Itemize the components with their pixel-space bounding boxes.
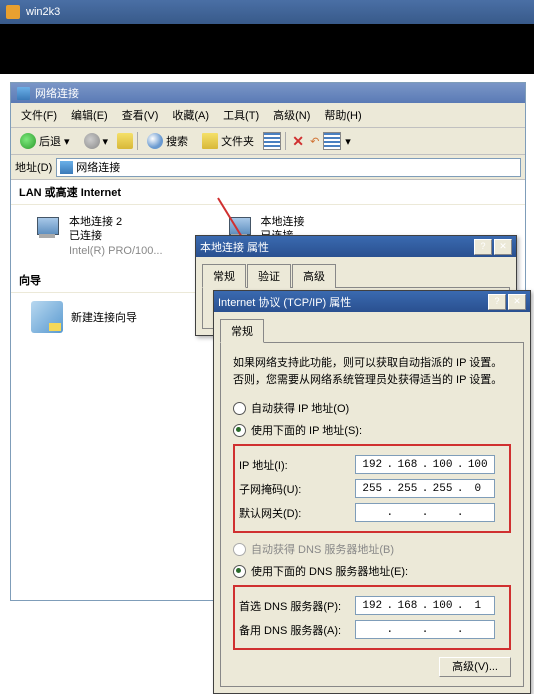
menu-tools[interactable]: 工具(T) [217, 105, 265, 125]
radio-use-ip[interactable]: 使用下面的 IP 地址(S): [233, 422, 511, 438]
address-bar: 地址(D) 网络连接 [11, 155, 525, 180]
folders-button[interactable]: 文件夹 [197, 130, 259, 152]
gateway-input[interactable]: ... [355, 503, 495, 522]
tab-general[interactable]: 常规 [220, 319, 264, 343]
help-button[interactable]: ? [488, 294, 506, 310]
connection-item-1[interactable]: 本地连接 2 已连接 Intel(R) PRO/100... [31, 215, 163, 258]
radio-icon [233, 424, 246, 437]
dialog-titlebar[interactable]: Internet 协议 (TCP/IP) 属性 ? ✕ [214, 291, 530, 312]
ip-address-input[interactable]: 192.168.100.100 [355, 455, 495, 474]
tab-content: 如果网络支持此功能，则可以获取自动指派的 IP 设置。否则，您需要从网络系统管理… [220, 342, 524, 687]
address-input[interactable]: 网络连接 [56, 158, 521, 177]
subnet-mask-input[interactable]: 255.255.255.0 [355, 479, 495, 498]
menu-advanced[interactable]: 高级(N) [267, 105, 316, 125]
menu-edit[interactable]: 编辑(E) [65, 105, 114, 125]
radio-label: 使用下面的 DNS 服务器地址(E): [251, 563, 408, 579]
mask-label: 子网掩码(U): [239, 481, 349, 497]
separator [137, 132, 138, 150]
toolbar: 后退▾ ▾ 搜索 文件夹 ✕ ↶ ▾ [11, 128, 525, 155]
tab-auth[interactable]: 验证 [247, 264, 291, 288]
radio-label: 使用下面的 IP 地址(S): [251, 422, 362, 438]
folders-label: 文件夹 [221, 133, 254, 149]
ip-label: IP 地址(I): [239, 457, 349, 473]
radio-icon [233, 402, 246, 415]
close-button[interactable]: ✕ [494, 239, 512, 255]
dns2-label: 备用 DNS 服务器(A): [239, 622, 349, 638]
tab-advanced[interactable]: 高级 [292, 264, 336, 288]
tabs: 常规 验证 高级 [196, 257, 516, 287]
help-button[interactable]: ? [474, 239, 492, 255]
tabs: 常规 [214, 312, 530, 342]
close-button[interactable]: ✕ [508, 294, 526, 310]
dns1-label: 首选 DNS 服务器(P): [239, 598, 349, 614]
connection-name: 本地连接 2 [69, 215, 163, 229]
undo-button[interactable]: ↶ [310, 135, 319, 148]
radio-icon [233, 565, 246, 578]
delete-button[interactable]: ✕ [290, 133, 306, 150]
back-icon [20, 133, 36, 149]
forward-icon [84, 133, 100, 149]
views-button-2[interactable] [323, 132, 341, 150]
dialog-title: 本地连接 属性 [200, 239, 269, 255]
up-button[interactable] [117, 133, 133, 149]
radio-auto-dns: 自动获得 DNS 服务器地址(B) [233, 541, 511, 557]
explorer-title: 网络连接 [35, 85, 79, 101]
dialog-title: Internet 协议 (TCP/IP) 属性 [218, 294, 351, 310]
menu-fav[interactable]: 收藏(A) [166, 105, 215, 125]
network-icon [17, 87, 30, 100]
vm-titlebar: win2k3 [0, 0, 534, 24]
section-lan-header: LAN 或高速 Internet [11, 180, 525, 205]
connection-adapter: Intel(R) PRO/100... [69, 244, 163, 258]
menu-help[interactable]: 帮助(H) [318, 105, 367, 125]
connection-status: 已连接 [69, 229, 163, 243]
button-row: 高级(V)... [233, 658, 511, 674]
address-value: 网络连接 [76, 159, 120, 175]
description-text: 如果网络支持此功能，则可以获取自动指派的 IP 设置。否则，您需要从网络系统管理… [233, 355, 511, 388]
tcpip-properties-dialog: Internet 协议 (TCP/IP) 属性 ? ✕ 常规 如果网络支持此功能… [213, 290, 531, 694]
dropdown-icon: ▾ [64, 135, 70, 148]
radio-label: 自动获得 DNS 服务器地址(B) [251, 541, 394, 557]
secondary-dns-input[interactable]: ... [355, 620, 495, 639]
dropdown-icon: ▾ [103, 135, 109, 148]
dns-fields-group: 首选 DNS 服务器(P): 192.168.100.1 备用 DNS 服务器(… [233, 585, 511, 650]
wizard-icon [31, 301, 63, 333]
gateway-label: 默认网关(D): [239, 505, 349, 521]
search-label: 搜索 [166, 133, 188, 149]
radio-label: 自动获得 IP 地址(O) [251, 400, 349, 416]
menu-bar: 文件(F) 编辑(E) 查看(V) 收藏(A) 工具(T) 高级(N) 帮助(H… [11, 103, 525, 128]
menu-file[interactable]: 文件(F) [15, 105, 63, 125]
dialog-titlebar[interactable]: 本地连接 属性 ? ✕ [196, 236, 516, 257]
vm-title-text: win2k3 [26, 6, 60, 18]
connection-icon [31, 215, 63, 247]
address-label: 地址(D) [15, 159, 52, 175]
vm-icon [6, 5, 20, 19]
back-label: 后退 [39, 133, 61, 149]
menu-view[interactable]: 查看(V) [116, 105, 165, 125]
radio-auto-ip[interactable]: 自动获得 IP 地址(O) [233, 400, 511, 416]
search-icon [147, 133, 163, 149]
wizard-label: 新建连接向导 [71, 309, 137, 325]
connection-name: 本地连接 [261, 215, 355, 229]
primary-dns-input[interactable]: 192.168.100.1 [355, 596, 495, 615]
views-button[interactable] [263, 132, 281, 150]
explorer-titlebar: 网络连接 [11, 83, 525, 103]
advanced-button[interactable]: 高级(V)... [439, 657, 511, 677]
back-button[interactable]: 后退▾ [15, 130, 75, 152]
radio-icon [233, 543, 246, 556]
separator [285, 132, 286, 150]
vm-black-area [0, 24, 534, 74]
radio-use-dns[interactable]: 使用下面的 DNS 服务器地址(E): [233, 563, 511, 579]
folder-icon [202, 133, 218, 149]
ip-fields-group: IP 地址(I): 192.168.100.100 子网掩码(U): 255.2… [233, 444, 511, 533]
forward-button[interactable]: ▾ [79, 130, 114, 152]
search-button[interactable]: 搜索 [142, 130, 193, 152]
dropdown-icon: ▾ [345, 135, 351, 148]
network-icon [60, 161, 73, 174]
tab-general[interactable]: 常规 [202, 264, 246, 288]
